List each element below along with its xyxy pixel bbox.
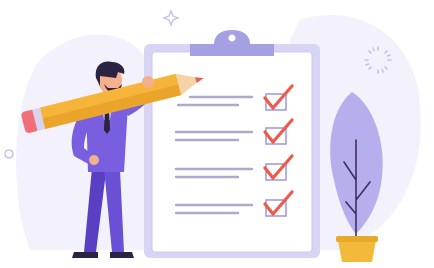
plant-pot-rim — [336, 236, 378, 242]
decor-circle — [4, 149, 14, 159]
clip-hole — [228, 34, 236, 42]
man-shoe — [110, 252, 134, 258]
man-shoe — [72, 252, 98, 258]
plant-pot — [338, 240, 376, 262]
clipboard-icon — [144, 30, 320, 258]
checklist-illustration — [0, 0, 434, 268]
man-hand — [89, 155, 99, 165]
illustration-canvas — [4, 9, 421, 262]
clipboard-clip — [190, 30, 274, 56]
man-hand-pencil — [142, 76, 154, 88]
sparkle-icon — [162, 9, 180, 27]
